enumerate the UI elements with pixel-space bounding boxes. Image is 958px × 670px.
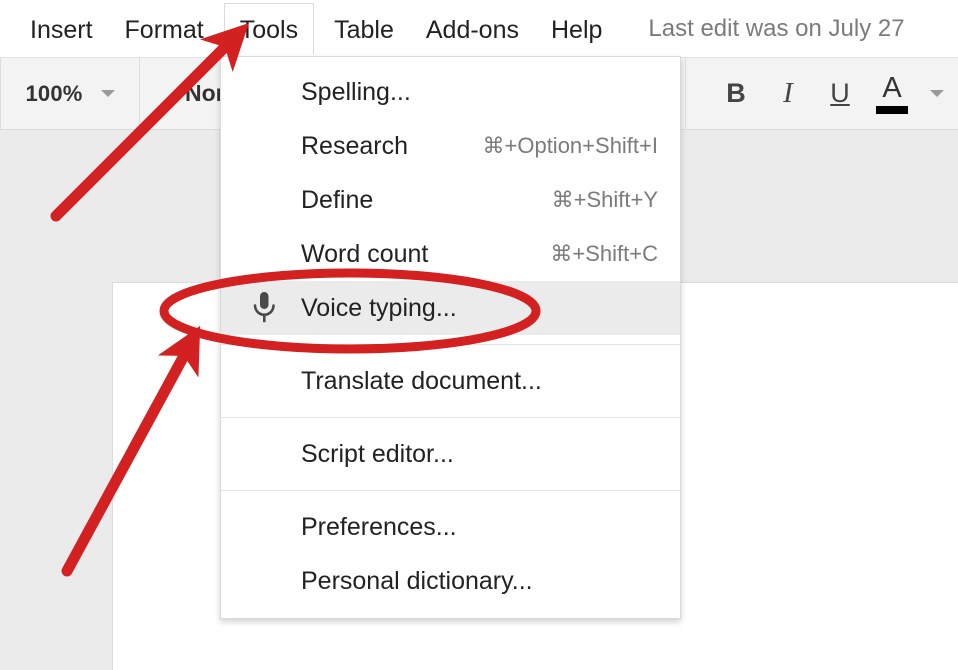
microphone-icon — [245, 291, 283, 325]
menu-option-voice-typing[interactable]: Voice typing... — [221, 281, 680, 335]
text-color-swatch — [876, 106, 908, 114]
menu-option-define[interactable]: Define ⌘+Shift+Y — [221, 173, 680, 227]
menu-option-word-count[interactable]: Word count ⌘+Shift+C — [221, 227, 680, 281]
menu-option-label: Spelling... — [301, 78, 411, 107]
text-color-glyph: A — [882, 74, 901, 103]
menu-option-preferences[interactable]: Preferences... — [221, 500, 680, 554]
menu-option-label: Research — [301, 132, 408, 161]
zoom-level-value: 100% — [25, 81, 82, 107]
menu-bar: Insert Format Tools Table Add-ons Help L… — [0, 0, 958, 57]
menu-option-shortcut: ⌘+Shift+C — [550, 241, 658, 267]
menu-item-add-ons[interactable]: Add-ons — [410, 3, 535, 55]
menu-option-label: Translate document... — [301, 367, 542, 396]
tools-dropdown-menu: Spelling... Research ⌘+Option+Shift+I De… — [220, 56, 681, 619]
italic-button[interactable]: I — [762, 68, 814, 120]
menu-item-table[interactable]: Table — [318, 3, 410, 55]
menu-item-format[interactable]: Format — [109, 3, 220, 55]
text-format-group: B I U A — [686, 58, 944, 130]
menu-option-shortcut: ⌘+Option+Shift+I — [483, 133, 659, 159]
menu-option-label: Voice typing... — [301, 294, 457, 323]
menu-option-label: Preferences... — [301, 513, 457, 542]
menu-item-tools[interactable]: Tools — [224, 3, 314, 55]
menu-item-help[interactable]: Help — [535, 3, 618, 55]
last-edit-status[interactable]: Last edit was on July 27 — [648, 15, 904, 43]
menu-option-label: Word count — [301, 240, 428, 269]
menu-option-translate-document[interactable]: Translate document... — [221, 354, 680, 408]
menu-option-personal-dictionary[interactable]: Personal dictionary... — [221, 554, 680, 608]
zoom-control[interactable]: 100% — [1, 58, 139, 130]
google-docs-window: Insert Format Tools Table Add-ons Help L… — [0, 0, 958, 670]
menu-separator — [221, 417, 680, 418]
menu-separator — [221, 490, 680, 491]
chevron-down-icon — [101, 90, 115, 97]
menu-item-insert[interactable]: Insert — [14, 3, 109, 55]
menu-option-shortcut: ⌘+Shift+Y — [552, 187, 658, 213]
text-color-button[interactable]: A — [866, 68, 918, 120]
menu-option-label: Define — [301, 186, 373, 215]
menu-separator — [221, 344, 680, 345]
menu-option-label: Personal dictionary... — [301, 567, 533, 596]
menu-option-spelling[interactable]: Spelling... — [221, 65, 680, 119]
menu-option-script-editor[interactable]: Script editor... — [221, 427, 680, 481]
chevron-down-icon[interactable] — [930, 90, 944, 97]
underline-button[interactable]: U — [814, 68, 866, 120]
menu-option-label: Script editor... — [301, 440, 454, 469]
bold-button[interactable]: B — [710, 68, 762, 120]
menu-option-research[interactable]: Research ⌘+Option+Shift+I — [221, 119, 680, 173]
